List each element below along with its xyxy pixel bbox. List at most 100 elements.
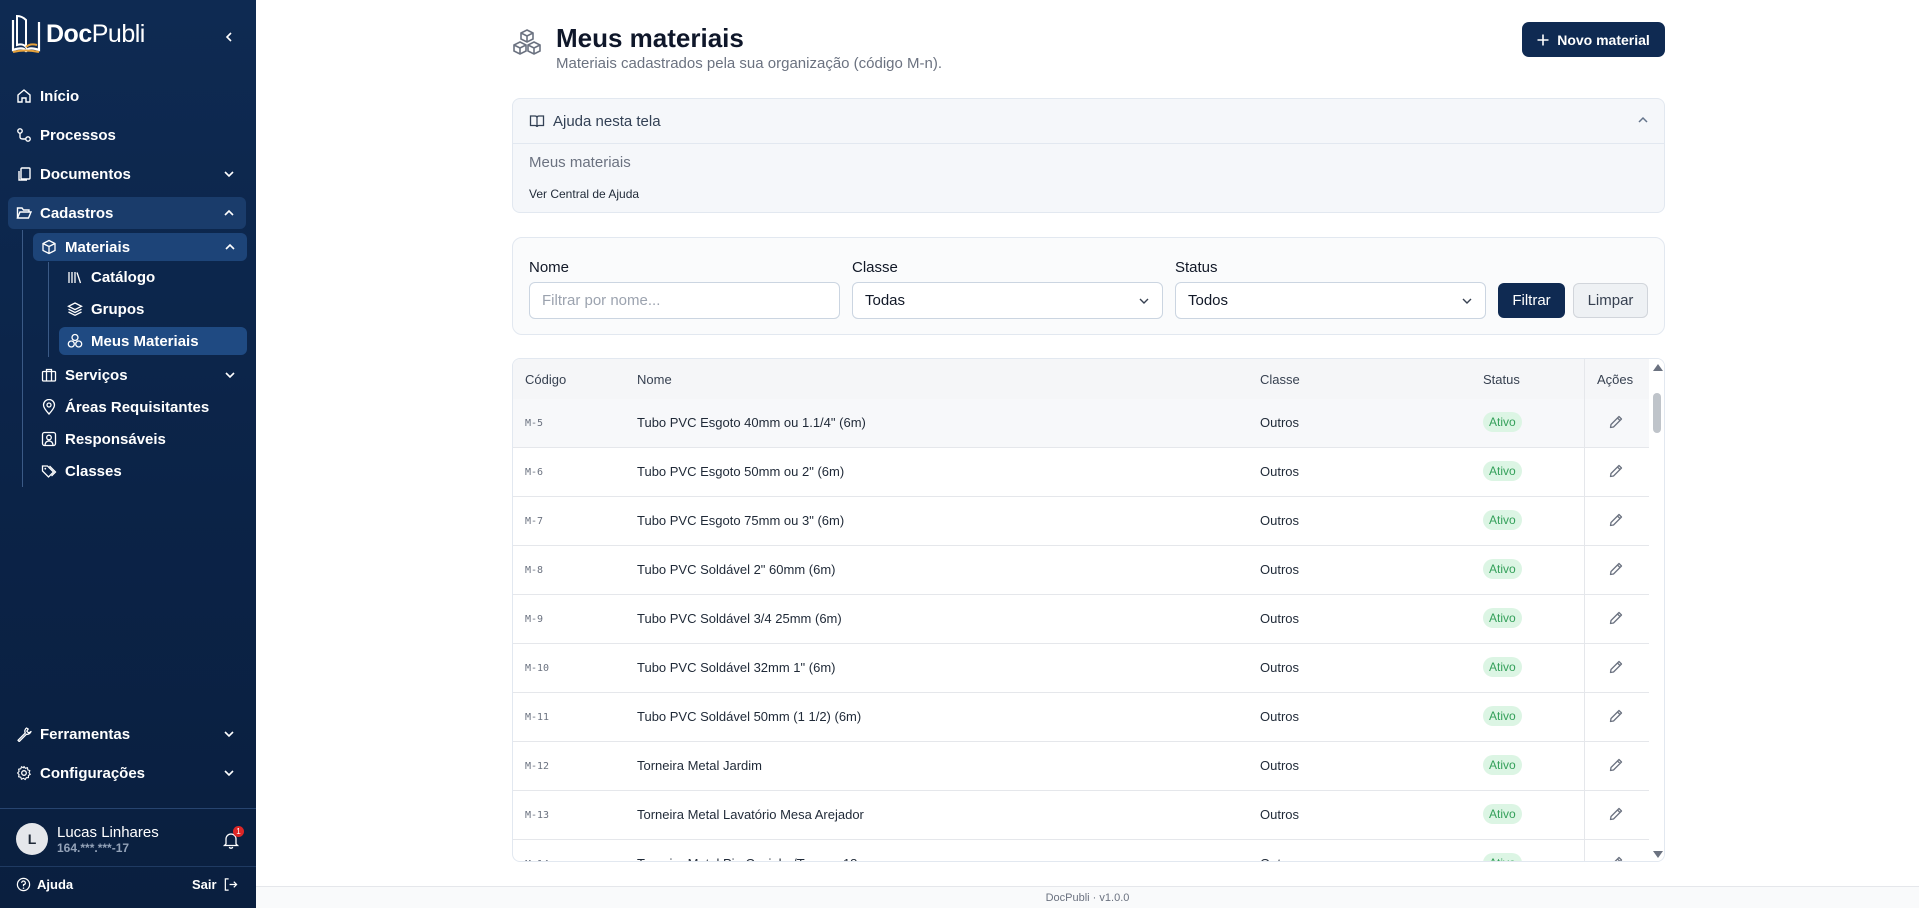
table-row[interactable]: M-8 Tubo PVC Soldável 2" 60mm (6m) Outros A… xyxy=(513,546,1649,595)
status-filter-select[interactable]: Todos xyxy=(1175,282,1486,319)
name-filter-input[interactable]: Filtrar por nome... xyxy=(529,282,840,319)
nav-label: Serviços xyxy=(65,366,128,384)
help-center-link[interactable]: Ver Central de Ajuda xyxy=(529,187,639,201)
user-profile[interactable]: L Lucas Linhares 164.***.***-17 xyxy=(16,823,159,855)
class-filter-select[interactable]: Todas xyxy=(852,282,1163,319)
nav-catalogo[interactable]: Catálogo xyxy=(59,263,247,291)
column-divider xyxy=(1584,359,1585,861)
table-row[interactable]: M-6 Tubo PVC Esgoto 50mm ou 2" (6m) Outros… xyxy=(513,448,1649,497)
status-badge: Ativo xyxy=(1483,706,1522,726)
tree-line xyxy=(48,262,49,357)
edit-pencil-icon[interactable] xyxy=(1608,757,1624,773)
table-row[interactable]: M-13 Torneira Metal Lavatório Mesa Arejad… xyxy=(513,791,1649,840)
status-badge: Ativo xyxy=(1483,804,1522,824)
material-class: Outros xyxy=(1260,709,1300,724)
tags-icon xyxy=(41,463,57,479)
material-name: Tubo PVC Soldável 50mm (1 1/2) (6m) xyxy=(637,709,862,724)
nav-configuracoes[interactable]: Configurações xyxy=(8,757,246,789)
help-circle-icon xyxy=(16,877,31,892)
table-row[interactable]: M-11 Tubo PVC Soldável 50mm (1 1/2) (6m) O… xyxy=(513,693,1649,742)
new-material-label: Novo material xyxy=(1557,31,1650,48)
new-material-button[interactable]: Novo material xyxy=(1522,22,1665,57)
logout-button[interactable]: Sair xyxy=(192,877,238,892)
book-open-icon xyxy=(529,115,545,128)
material-name: Tubo PVC Esgoto 50mm ou 2" (6m) xyxy=(637,464,845,479)
nav-processos[interactable]: Processos xyxy=(8,119,246,151)
material-class: Outros xyxy=(1260,807,1300,822)
table-row[interactable]: M-12 Torneira Metal Jardim Outros Ativo xyxy=(513,742,1649,791)
edit-pencil-icon[interactable] xyxy=(1608,855,1624,861)
nav-inicio[interactable]: Início xyxy=(8,80,246,112)
column-header-actions: Ações xyxy=(1597,372,1634,387)
nav-grupos[interactable]: Grupos xyxy=(59,295,247,323)
material-code: M-9 xyxy=(525,614,544,625)
nav-label: Materiais xyxy=(65,238,131,256)
edit-pencil-icon[interactable] xyxy=(1608,708,1624,724)
edit-pencil-icon[interactable] xyxy=(1608,512,1624,528)
app-logo[interactable]: DocPubli xyxy=(10,12,145,56)
table-row[interactable]: M-14 Torneira Metal Pia Cozinha/Tanque 18… xyxy=(513,840,1649,861)
edit-pencil-icon[interactable] xyxy=(1608,561,1624,577)
scroll-thumb[interactable] xyxy=(1653,393,1661,433)
table-row[interactable]: M-7 Tubo PVC Esgoto 75mm ou 3" (6m) Outros… xyxy=(513,497,1649,546)
edit-pencil-icon[interactable] xyxy=(1608,659,1624,675)
material-name: Torneira Metal Jardim xyxy=(637,758,762,773)
nav-meus-materiais[interactable]: Meus Materiais xyxy=(59,327,247,355)
files-icon xyxy=(16,166,32,182)
wrench-icon xyxy=(16,726,32,742)
boxes-icon xyxy=(67,333,83,349)
chevron-down-icon xyxy=(1462,298,1472,304)
material-code: M-6 xyxy=(525,467,544,478)
status-badge: Ativo xyxy=(1483,755,1522,775)
edit-pencil-icon[interactable] xyxy=(1608,463,1624,479)
scroll-up-arrow-icon[interactable] xyxy=(1653,364,1663,371)
materials-table: Código Nome Classe Status Ações M-5 Tubo … xyxy=(512,358,1665,862)
material-code: M-5 xyxy=(525,418,544,429)
nav-cadastros[interactable]: Cadastros xyxy=(8,197,246,229)
table-header: Código Nome Classe Status Ações xyxy=(513,359,1649,399)
edit-pencil-icon[interactable] xyxy=(1608,414,1624,430)
nav-documentos[interactable]: Documentos xyxy=(8,158,246,190)
table-row[interactable]: M-5 Tubo PVC Esgoto 40mm ou 1.1/4" (6m) Ou… xyxy=(513,399,1649,448)
material-name: Tubo PVC Soldável 32mm 1" (6m) xyxy=(637,660,836,675)
help-label: Ajuda xyxy=(37,877,74,892)
nav-materiais[interactable]: Materiais xyxy=(33,233,247,261)
chevron-down-icon xyxy=(224,171,234,178)
status-badge: Ativo xyxy=(1483,412,1522,432)
table-scrollbar[interactable] xyxy=(1649,359,1664,861)
help-link[interactable]: Ajuda xyxy=(16,877,73,892)
box-icon xyxy=(41,239,57,255)
logout-icon xyxy=(224,878,238,891)
nav-classes[interactable]: Classes xyxy=(33,457,247,485)
plus-icon xyxy=(1537,34,1549,45)
edit-pencil-icon[interactable] xyxy=(1608,806,1624,822)
help-panel-title: Ajuda nesta tela xyxy=(553,112,661,130)
material-code: M-12 xyxy=(525,761,550,772)
chevron-up-icon[interactable] xyxy=(1636,113,1650,127)
collapse-sidebar-button[interactable] xyxy=(220,28,238,46)
notification-badge: 1 xyxy=(233,826,244,837)
scroll-down-arrow-icon[interactable] xyxy=(1653,851,1663,858)
book-logo-icon xyxy=(11,14,41,53)
clear-button[interactable]: Limpar xyxy=(1573,283,1648,318)
map-pin-icon xyxy=(41,399,57,415)
user-id: 164.***.***-17 xyxy=(57,840,130,855)
nav-label: Catálogo xyxy=(91,268,156,286)
nav-label: Meus Materiais xyxy=(91,332,199,350)
table-row[interactable]: M-10 Tubo PVC Soldável 32mm 1" (6m) Outros… xyxy=(513,644,1649,693)
logout-label: Sair xyxy=(192,877,217,892)
nav-areas-requisitantes[interactable]: Áreas Requisitantes xyxy=(33,393,247,421)
folder-open-icon xyxy=(16,205,32,221)
chevron-up-icon xyxy=(224,209,234,216)
status-filter-value: Todos xyxy=(1188,292,1229,309)
status-badge: Ativo xyxy=(1483,559,1522,579)
edit-pencil-icon[interactable] xyxy=(1608,610,1624,626)
nav-servicos[interactable]: Serviços xyxy=(33,361,247,389)
nav-responsaveis[interactable]: Responsáveis xyxy=(33,425,247,453)
chevron-up-icon xyxy=(225,243,235,250)
nav-ferramentas[interactable]: Ferramentas xyxy=(8,718,246,750)
table-row[interactable]: M-9 Tubo PVC Soldável 3/4 25mm (6m) Outros… xyxy=(513,595,1649,644)
filter-button[interactable]: Filtrar xyxy=(1498,283,1565,318)
nav-label: Grupos xyxy=(91,300,145,318)
help-panel-header[interactable]: Ajuda nesta tela xyxy=(513,99,1664,144)
